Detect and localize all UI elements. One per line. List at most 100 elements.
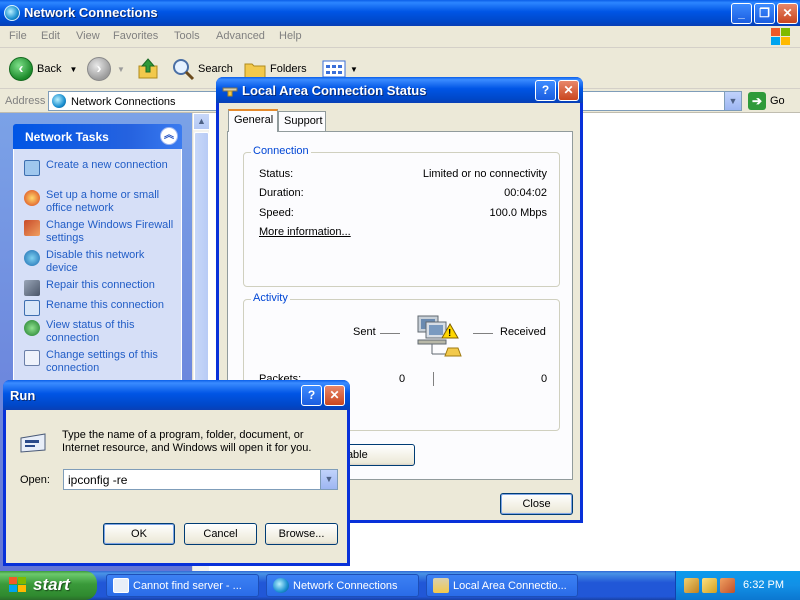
start-label: start: [33, 575, 70, 594]
task-label: Create a new connection: [46, 159, 168, 171]
repair-icon: [24, 280, 40, 296]
run-description: Type the name of a program, folder, docu…: [62, 429, 312, 454]
task-create-connection[interactable]: Create a new connection: [24, 159, 174, 176]
speed-value: 100.0 Mbps: [489, 207, 547, 219]
new-connection-icon: [24, 160, 40, 176]
connection-group: Connection Status: Limited or no connect…: [243, 145, 560, 287]
tray-network-icon[interactable]: [684, 578, 699, 593]
task-disable-device[interactable]: Disable this network device: [24, 249, 174, 275]
activity-heading: Activity: [251, 292, 290, 304]
duration-value: 00:04:02: [504, 187, 547, 199]
close-button[interactable]: ✕: [324, 385, 345, 406]
menu-view[interactable]: View: [76, 30, 100, 42]
taskbar-item-browser[interactable]: Cannot find server - ...: [106, 574, 259, 597]
settings-icon: [24, 350, 40, 366]
collapse-chevron-icon[interactable]: ︽: [160, 127, 178, 145]
task-change-settings[interactable]: Change settings of this connection: [24, 349, 174, 375]
close-button[interactable]: ✕: [558, 80, 579, 101]
help-button[interactable]: ?: [535, 80, 556, 101]
dialog-title: Local Area Connection Status: [242, 83, 427, 98]
back-button[interactable]: ‹ Back ▼: [9, 56, 77, 82]
search-icon: [173, 59, 195, 81]
menu-favorites[interactable]: Favorites: [113, 30, 158, 42]
run-title-bar[interactable]: Run ? ✕: [3, 380, 350, 410]
taskbar: start Cannot find server - ... Network C…: [0, 571, 800, 600]
home-network-icon: [24, 190, 40, 206]
browser-page-icon: [113, 578, 129, 593]
folders-label: Folders: [270, 63, 307, 75]
task-label: View status of this connection: [46, 319, 135, 344]
run-icon: [20, 433, 46, 453]
forward-button[interactable]: › ▼: [87, 56, 125, 82]
open-input-value: ipconfig -re: [68, 473, 128, 487]
task-label: Rename this connection: [46, 299, 165, 311]
menu-tools[interactable]: Tools: [174, 30, 200, 42]
task-rename-connection[interactable]: Rename this connection: [24, 299, 174, 316]
network-tasks-panel: Network Tasks ︽ Create a new connection …: [13, 124, 182, 404]
menu-file[interactable]: File: [9, 30, 27, 42]
address-dropdown-icon[interactable]: ▼: [724, 92, 741, 110]
back-arrow-icon: ‹: [9, 57, 33, 81]
ok-button[interactable]: OK: [103, 523, 175, 545]
window-title: Network Connections: [24, 5, 158, 20]
tray-security-icon[interactable]: [720, 578, 735, 593]
menu-bar: File Edit View Favorites Tools Advanced …: [0, 26, 800, 48]
network-connections-icon: [52, 94, 66, 108]
task-view-status[interactable]: View status of this connection: [24, 319, 174, 345]
taskbar-item-label: Cannot find server - ...: [133, 580, 242, 592]
network-tasks-header[interactable]: Network Tasks ︽: [13, 124, 182, 149]
tab-support[interactable]: Support: [278, 111, 326, 132]
rename-icon: [24, 300, 40, 316]
system-tray: 6:32 PM: [675, 571, 800, 600]
task-firewall-settings[interactable]: Change Windows Firewall settings: [24, 219, 174, 245]
run-dialog: Run ? ✕ Type the name of a program, fold…: [3, 380, 350, 566]
open-dropdown-icon[interactable]: ▼: [320, 470, 337, 489]
go-button[interactable]: ➔ Go: [748, 92, 785, 110]
up-folder-button[interactable]: [136, 56, 160, 82]
task-home-network[interactable]: Set up a home or small office network: [24, 189, 174, 215]
menu-help[interactable]: Help: [279, 30, 302, 42]
views-dropdown-icon[interactable]: ▼: [350, 65, 358, 74]
packets-sent-value: 0: [399, 373, 406, 385]
browse-button[interactable]: Browse...: [265, 523, 338, 545]
cancel-button[interactable]: Cancel: [184, 523, 257, 545]
received-label: Received: [500, 326, 546, 338]
packets-received-value: 0: [541, 373, 548, 385]
status-label: Status:: [259, 168, 294, 180]
svg-text:!: !: [448, 328, 451, 339]
firewall-icon: [24, 220, 40, 236]
taskbar-item-local-area-connection[interactable]: Local Area Connectio...: [426, 574, 578, 597]
back-dropdown-icon[interactable]: ▼: [69, 65, 77, 74]
disable-device-icon: [24, 250, 40, 266]
open-label: Open:: [20, 474, 50, 486]
speed-label: Speed:: [259, 207, 294, 219]
tray-warning-icon[interactable]: [702, 578, 717, 593]
close-button[interactable]: ✕: [777, 3, 798, 24]
taskbar-clock[interactable]: 6:32 PM: [743, 579, 784, 591]
start-button[interactable]: start: [0, 571, 97, 600]
connection-heading: Connection: [251, 145, 311, 157]
back-label: Back: [37, 63, 62, 75]
views-icon: [322, 60, 346, 78]
help-button[interactable]: ?: [301, 385, 322, 406]
dialog-title-bar[interactable]: Local Area Connection Status ? ✕: [216, 77, 583, 103]
tab-general[interactable]: General: [228, 109, 278, 132]
task-label: Disable this network device: [46, 249, 145, 274]
window-title-bar[interactable]: Network Connections _ ❐ ✕: [0, 0, 800, 26]
minimize-button[interactable]: _: [731, 3, 752, 24]
close-dialog-button[interactable]: Close: [500, 493, 573, 515]
taskbar-item-label: Local Area Connectio...: [453, 580, 567, 592]
up-folder-icon: [138, 58, 158, 79]
network-tasks-list: Create a new connection Set up a home or…: [13, 149, 182, 404]
network-connections-icon: [273, 578, 289, 593]
task-repair-connection[interactable]: Repair this connection: [24, 279, 174, 296]
maximize-button[interactable]: ❐: [754, 3, 775, 24]
menu-advanced[interactable]: Advanced: [216, 30, 265, 42]
more-information-link[interactable]: More information...: [259, 226, 351, 238]
scroll-up-icon[interactable]: ▲: [193, 113, 210, 130]
taskbar-item-network-connections[interactable]: Network Connections: [266, 574, 419, 597]
task-label: Change Windows Firewall settings: [46, 219, 174, 244]
menu-edit[interactable]: Edit: [41, 30, 60, 42]
open-input[interactable]: ipconfig -re ▼: [63, 469, 338, 490]
forward-dropdown-icon[interactable]: ▼: [117, 65, 125, 74]
